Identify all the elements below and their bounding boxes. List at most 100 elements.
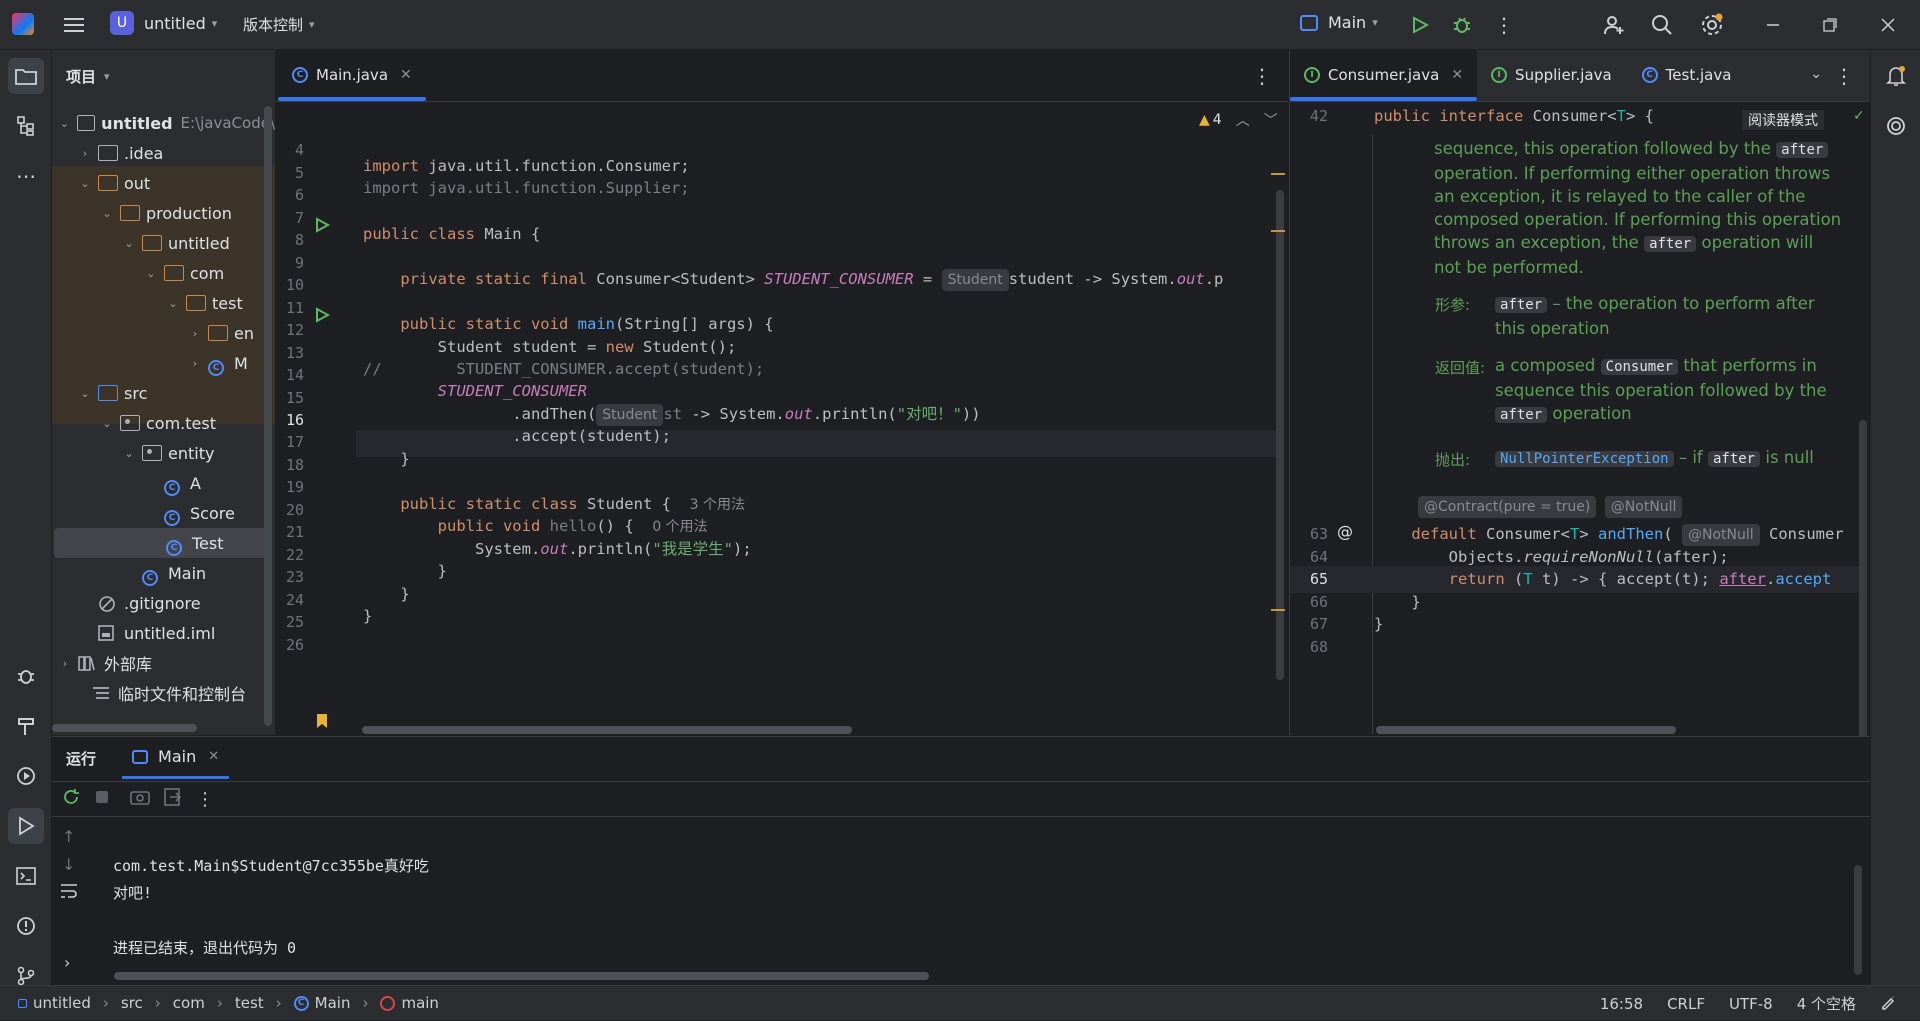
- soft-wrap-icon[interactable]: [60, 883, 78, 903]
- breadcrumb-item[interactable]: src: [121, 994, 143, 1012]
- settings-gear-icon[interactable]: [1694, 7, 1730, 43]
- exit-icon[interactable]: [164, 788, 182, 810]
- caret-position[interactable]: 16:58: [1600, 995, 1643, 1013]
- breadcrumb-item[interactable]: com: [173, 994, 205, 1012]
- run-tab-main[interactable]: Main ✕: [122, 737, 230, 779]
- warning-stripe-mark[interactable]: [1271, 230, 1285, 232]
- run-icon[interactable]: [1402, 7, 1438, 43]
- terminal-icon[interactable]: [8, 858, 44, 894]
- tree-item-entity-out[interactable]: › en: [52, 318, 275, 348]
- file-encoding[interactable]: UTF-8: [1729, 995, 1773, 1013]
- tree-item-untitled[interactable]: ⌄ untitled: [52, 228, 275, 258]
- tab-supplier-java[interactable]: I Supplier.java: [1477, 49, 1626, 101]
- tree-item-production[interactable]: ⌄ production: [52, 198, 275, 228]
- more-tools-icon[interactable]: ⋯: [8, 158, 44, 194]
- warning-indicator[interactable]: ▲ 4 ︿ ﹀: [1199, 110, 1278, 130]
- code-line[interactable]: }: [363, 446, 409, 473]
- tree-item-a[interactable]: C A: [52, 468, 275, 498]
- project-vertical-scrollbar[interactable]: [264, 106, 272, 726]
- app-logo-icon[interactable]: [12, 13, 34, 35]
- run-tool-icon[interactable]: [8, 808, 44, 844]
- tree-item-gitignore[interactable]: .gitignore: [52, 588, 275, 618]
- run-config-selector[interactable]: Main ▾: [1300, 13, 1378, 32]
- camera-icon[interactable]: [130, 789, 150, 809]
- indent-setting[interactable]: 4 个空格: [1797, 993, 1856, 1014]
- project-horizontal-scrollbar[interactable]: [52, 724, 197, 732]
- code-line[interactable]: import java.util.function.Supplier;: [363, 175, 690, 202]
- warning-stripe-mark[interactable]: [1271, 609, 1285, 611]
- editor-vertical-scrollbar[interactable]: [1276, 190, 1284, 680]
- tree-item-com-test[interactable]: ⌄ com.test: [52, 408, 275, 438]
- notifications-bell-icon[interactable]: [1878, 58, 1914, 94]
- tab-main-java[interactable]: C Main.java ✕: [278, 49, 426, 101]
- doc-link[interactable]: NullPointerException: [1495, 451, 1674, 467]
- close-tab-icon[interactable]: ✕: [208, 749, 219, 764]
- line-separator[interactable]: CRLF: [1667, 995, 1705, 1013]
- debug-tool-icon[interactable]: [8, 658, 44, 694]
- tree-item-src[interactable]: ⌄ src: [52, 378, 275, 408]
- vcs-menu[interactable]: 版本控制 ▾: [243, 14, 315, 35]
- more-options-icon[interactable]: ⋮: [196, 789, 214, 810]
- breadcrumb-item[interactable]: test: [235, 994, 264, 1012]
- close-window-icon[interactable]: [1870, 7, 1906, 43]
- usages-hint[interactable]: 0 个用法: [652, 519, 707, 535]
- tree-item-score[interactable]: C Score: [52, 498, 275, 528]
- services-icon[interactable]: [8, 758, 44, 794]
- tree-root[interactable]: ⌄ untitled E:\javaCode\: [52, 108, 275, 138]
- reader-mode-button[interactable]: 阅读器模式: [1742, 110, 1824, 130]
- rerun-icon[interactable]: [62, 788, 80, 810]
- usages-hint[interactable]: 3 个用法: [690, 497, 745, 513]
- ai-assistant-icon[interactable]: [1878, 108, 1914, 144]
- expand-chevron-icon[interactable]: ›: [64, 953, 70, 972]
- close-tab-icon[interactable]: ✕: [1451, 67, 1463, 83]
- tree-item-out[interactable]: ⌄ out: [52, 168, 275, 198]
- tree-item-test[interactable]: ⌄ test: [52, 288, 275, 318]
- tab-test-java[interactable]: C Test.java: [1628, 49, 1746, 101]
- tree-item-entity[interactable]: ⌄ entity: [52, 438, 275, 468]
- chevron-up-icon[interactable]: ︿: [1236, 110, 1250, 130]
- breadcrumb-item[interactable]: Main: [315, 994, 351, 1012]
- search-icon[interactable]: [1644, 7, 1680, 43]
- editor-horizontal-scrollbar[interactable]: [362, 726, 852, 734]
- tree-item-idea[interactable]: › .idea: [52, 138, 275, 168]
- tree-item-test-class[interactable]: C Test: [54, 528, 270, 558]
- more-actions-icon[interactable]: ⋮: [1486, 7, 1522, 43]
- override-at-icon[interactable]: @: [1337, 522, 1353, 541]
- code-line[interactable]: }: [363, 603, 372, 630]
- tree-item-iml[interactable]: untitled.iml: [52, 618, 275, 648]
- scroll-down-icon[interactable]: ↓: [62, 855, 75, 874]
- project-panel-header[interactable]: 项目 ▾: [52, 50, 275, 102]
- project-switcher[interactable]: U untitled ▾: [110, 11, 217, 35]
- breadcrumb-item[interactable]: untitled: [33, 994, 91, 1012]
- restore-icon[interactable]: [1812, 7, 1848, 43]
- tree-item-external-libraries[interactable]: › 外部库: [52, 648, 275, 678]
- code-line[interactable]: }: [1374, 611, 1383, 638]
- stop-icon[interactable]: [94, 789, 110, 809]
- code-line[interactable]: public class Main {: [363, 221, 540, 248]
- structure-icon[interactable]: [8, 108, 44, 144]
- project-folder-icon[interactable]: [8, 58, 44, 94]
- tree-item-scratches[interactable]: 临时文件和控制台: [52, 678, 275, 708]
- tree-item-main[interactable]: C Main: [52, 558, 275, 588]
- minimize-icon[interactable]: [1755, 7, 1791, 43]
- main-menu-icon[interactable]: [56, 7, 92, 43]
- console-horizontal-scrollbar[interactable]: [114, 972, 929, 980]
- chevron-down-icon[interactable]: ﹀: [1264, 110, 1278, 130]
- split-vertical-scrollbar[interactable]: [1859, 420, 1867, 740]
- build-hammer-icon[interactable]: [8, 708, 44, 744]
- run-gutter-icon[interactable]: [314, 307, 331, 327]
- split-tab-options-icon[interactable]: ⋮: [1834, 64, 1854, 88]
- add-user-icon[interactable]: [1596, 7, 1632, 43]
- code-line[interactable]: private static final Consumer<Student> S…: [363, 266, 1223, 293]
- breadcrumb-item[interactable]: main: [401, 994, 438, 1012]
- close-tab-icon[interactable]: ✕: [400, 67, 412, 83]
- tree-item-main-out[interactable]: › C M: [52, 348, 275, 378]
- debug-icon[interactable]: [1444, 7, 1480, 43]
- warning-stripe-mark[interactable]: [1271, 173, 1285, 175]
- bookmark-icon[interactable]: [316, 713, 328, 733]
- tab-list-chevron-icon[interactable]: ⌄: [1810, 66, 1822, 82]
- console-vertical-scrollbar[interactable]: [1854, 865, 1862, 975]
- tree-item-com[interactable]: ⌄ com: [52, 258, 275, 288]
- readonly-lock-icon[interactable]: [1880, 994, 1896, 1014]
- run-gutter-icon[interactable]: [314, 217, 331, 237]
